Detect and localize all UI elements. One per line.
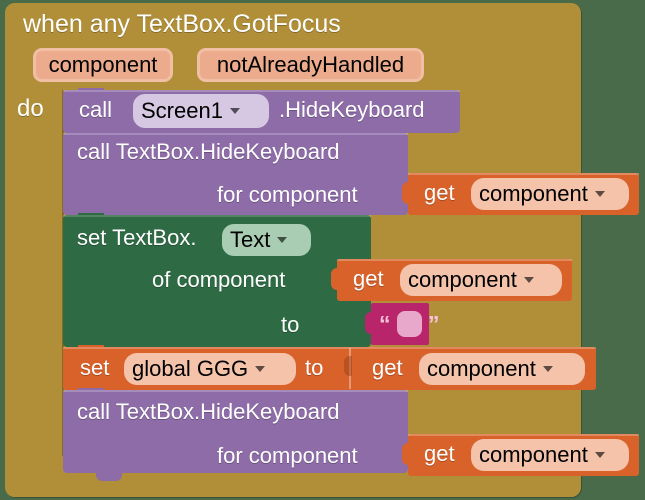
chevron-down-icon	[542, 366, 553, 372]
get-component-plug-1	[402, 182, 412, 204]
get-label-4: get	[424, 441, 455, 466]
empty-text-field[interactable]	[397, 311, 422, 337]
set-global-ggg-highlight	[63, 347, 596, 349]
chevron-down-icon	[229, 108, 240, 114]
call-textbox-1-socket-label: for component	[217, 182, 358, 207]
set-textbox-set-label: set TextBox.	[77, 225, 197, 250]
get-label-1: get	[424, 180, 455, 205]
get-component-value-4: component	[479, 442, 588, 467]
chevron-down-icon	[594, 452, 605, 458]
set-textbox-text-highlight	[63, 215, 371, 217]
event-param-notalreadyhandled[interactable]: notAlreadyHandled	[197, 48, 424, 82]
chevron-down-icon	[523, 277, 534, 283]
call-textbox-2-highlight	[63, 390, 408, 392]
get-component-dropdown-4[interactable]: component	[471, 439, 629, 471]
event-param-component[interactable]: component	[33, 48, 173, 82]
get-component-value-1: component	[479, 181, 588, 206]
get-component-value-3: component	[427, 356, 536, 381]
chevron-down-icon	[277, 237, 288, 243]
set-textbox-property-dropdown[interactable]: Text	[222, 224, 311, 256]
set-global-variable-dropdown[interactable]: global GGG	[124, 353, 296, 385]
call-textbox-2-socket-label: for component	[217, 443, 358, 468]
blocks-canvas: when any TextBox.GotFocus component notA…	[0, 0, 645, 500]
open-quote-glyph: “	[379, 311, 391, 337]
call-screen1-highlight	[63, 90, 460, 92]
set-textbox-of-label: of component	[152, 267, 286, 292]
set-global-set-label: set	[80, 355, 110, 380]
call-screen1-component-value: Screen1	[141, 98, 223, 123]
event-param-component-label: component	[48, 52, 158, 77]
event-block-left-arm	[5, 88, 67, 454]
chevron-down-icon	[255, 366, 266, 372]
call-screen1-call-label: call	[79, 97, 113, 122]
get-component-highlight-1	[408, 173, 639, 175]
get-component-highlight-2	[337, 259, 572, 261]
get-label-3: get	[372, 355, 403, 380]
set-global-variable-value: global GGG	[132, 356, 249, 381]
event-param-notalreadyhandled-label: notAlreadyHandled	[216, 52, 405, 77]
set-textbox-property-value: Text	[230, 227, 271, 252]
event-do-label: do	[17, 95, 44, 122]
chevron-down-icon	[594, 191, 605, 197]
call-screen1-component-dropdown[interactable]: Screen1	[133, 94, 269, 128]
get-component-plug-4	[402, 443, 412, 465]
get-component-plug-2	[331, 268, 341, 290]
close-quote-glyph: ”	[428, 311, 440, 337]
call-screen1-method-label: .HideKeyboard	[279, 97, 425, 122]
set-global-socket-notch	[344, 356, 352, 376]
get-label-2: get	[353, 266, 384, 291]
empty-text-block[interactable]: “ ”	[371, 303, 440, 345]
get-component-dropdown-1[interactable]: component	[471, 178, 629, 210]
empty-text-plug	[365, 312, 375, 334]
set-global-to-label: to	[305, 355, 324, 380]
call-textbox-1-title: call TextBox.HideKeyboard	[77, 139, 340, 164]
call-textbox-2-title: call TextBox.HideKeyboard	[77, 399, 340, 424]
call-textbox-1-highlight	[63, 133, 408, 135]
set-textbox-to-label: to	[281, 312, 300, 337]
get-component-value-2: component	[408, 267, 517, 292]
call-textbox-2-bottom-bump	[96, 473, 122, 481]
event-block-title: when any TextBox.GotFocus	[23, 10, 341, 38]
get-component-highlight-4	[408, 434, 639, 436]
get-component-dropdown-2[interactable]: component	[400, 264, 562, 296]
get-component-dropdown-3[interactable]: component	[419, 353, 585, 385]
